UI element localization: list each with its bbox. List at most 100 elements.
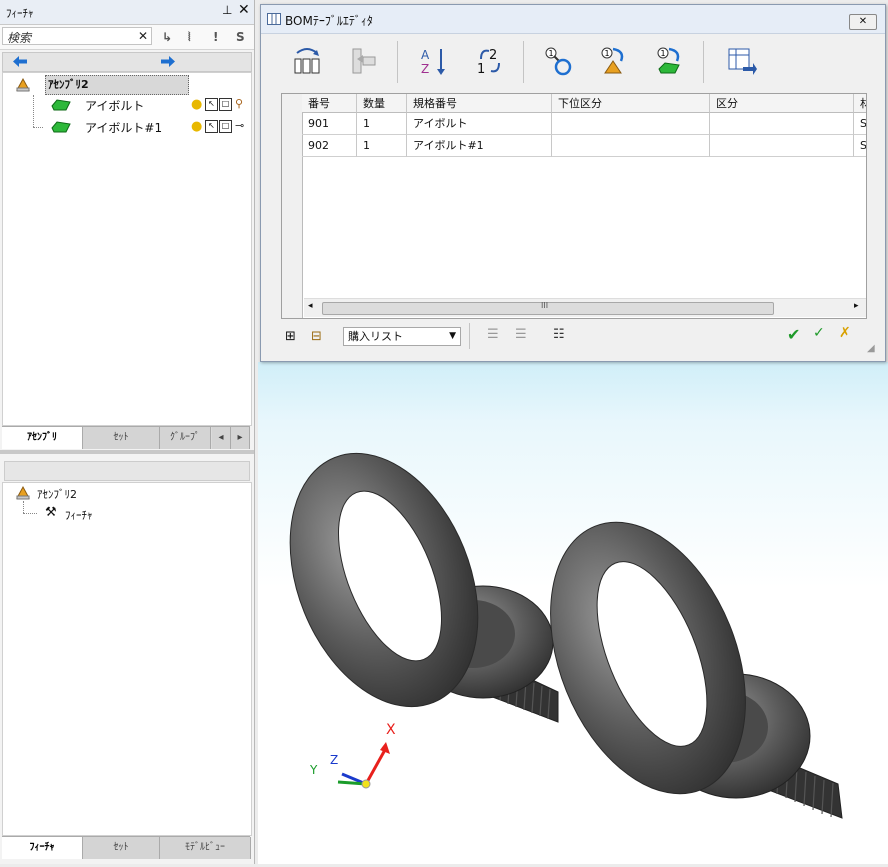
lower-tab-bar: ﾌｨｰﾁｬ ｾｯﾄ ﾓﾃﾞﾙﾋﾞｭｰ [2,836,251,859]
tab-assembly[interactable]: ｱｾﾝﾌﾞﾘ [2,427,83,449]
link-icon[interactable]: ↖ [205,120,218,133]
panel-titlebar: ﾌｨｰﾁｬ ⊥ ✕ [0,0,254,25]
cell-spec[interactable]: アイボルト#1 [407,135,552,157]
add-row-icon[interactable]: ⊞ [285,329,296,344]
tree-line [23,501,25,513]
toolbar-separator [397,41,398,83]
cell-class[interactable] [710,135,854,157]
dialog-titlebar[interactable]: BOMﾃｰﾌﾞﾙｴﾃﾞｨﾀ ✕ [261,5,885,34]
filter-icon-4[interactable]: S [236,30,245,44]
cell-qty[interactable]: 1 [357,135,407,157]
move-row-down-icon[interactable]: ☰ [515,327,527,342]
box-icon[interactable]: □ [219,120,232,133]
ok-check-icon[interactable]: ✔ [787,325,800,344]
tab-scroll-left[interactable]: ◂ [212,427,231,449]
dialog-title: BOMﾃｰﾌﾞﾙｴﾃﾞｨﾀ [285,14,373,28]
scroll-right-icon[interactable]: ▸ [854,301,859,311]
cancel-icon[interactable]: ✗ [839,325,851,341]
bulb-icon[interactable]: ● [191,97,202,112]
move-row-up-icon[interactable]: ☰ [487,327,499,342]
svg-text:1: 1 [661,49,666,58]
col-header-qty[interactable]: 数量 [357,94,407,113]
splitter[interactable] [0,450,254,454]
toolbar-separator [703,41,704,83]
link-icon[interactable]: ↖ [205,98,218,111]
box-icon[interactable]: □ [219,98,232,111]
feature-panel: ﾌｨｰﾁｬ ⊥ ✕ 検索 ✕ ↳ ⦚ ! S ｱｾﾝﾌﾞﾘ2 アイボルト ● ↖… [0,0,255,864]
cell-material[interactable]: S [854,135,866,157]
tree-line [33,127,43,129]
model-view-tree: ｱｾﾝﾌﾞﾘ2 ⚒ ﾌｨｰﾁｬ [2,482,252,836]
filter-icon-2[interactable]: ⦚ [188,30,191,45]
filter-icon-1[interactable]: ↳ [162,30,172,44]
col-header-class[interactable]: 区分 [710,94,854,113]
panel-title: ﾌｨｰﾁｬ [6,7,34,20]
cell-subclass[interactable] [552,135,710,157]
tree-item-eyebolt-1[interactable]: アイボルト#1 [85,119,162,136]
scrollbar-thumb[interactable]: III [322,301,774,315]
tree-root-assembly[interactable]: ｱｾﾝﾌﾞﾘ2 [45,75,189,95]
bulb-icon[interactable]: ● [191,119,202,134]
col-header-number[interactable]: 番号 [302,94,357,113]
tab-scroll-right[interactable]: ▸ [231,427,250,449]
forward-arrow-icon[interactable] [159,55,177,68]
cell-number[interactable]: 901 [302,113,357,135]
cell-material[interactable]: S [854,113,866,135]
3d-viewport[interactable]: X Z Y [258,362,888,864]
export-table-button[interactable] [725,45,757,77]
tab-set[interactable]: ｾｯﾄ [83,427,160,449]
cell-qty[interactable]: 1 [357,113,407,135]
eyebolt-1[interactable] [258,425,559,734]
tab-set-lower[interactable]: ｾｯﾄ [83,837,160,859]
cell-spec[interactable]: アイボルト [407,113,552,135]
wrench-icon[interactable]: ⚲ [235,97,243,110]
axis-x-label: X [386,722,396,738]
horizontal-scrollbar[interactable]: ◂ III ▸ [304,298,866,317]
scroll-left-icon[interactable]: ◂ [308,301,313,311]
cell-number[interactable]: 902 [302,135,357,157]
tab-model-view[interactable]: ﾓﾃﾞﾙﾋﾞｭｰ [160,837,251,859]
lower-tree-root[interactable]: ｱｾﾝﾌﾞﾘ2 [37,486,77,502]
col-header-spec[interactable]: 規格番号 [407,94,552,113]
axis-triad [337,742,390,789]
renumber-part-button[interactable]: 1 [653,45,685,77]
sort-numeric-button[interactable]: 21 [473,45,505,77]
import-list-icon[interactable]: ☷ [553,327,565,342]
list-type-select[interactable]: 購入リスト ▼ [343,327,461,346]
renumber-assembly-button[interactable]: 1 [597,45,629,77]
back-arrow-icon[interactable] [11,55,29,68]
cell-subclass[interactable] [552,113,710,135]
search-input[interactable]: 検索 [2,27,152,45]
move-column-button[interactable] [347,45,379,77]
cell-class[interactable] [710,113,854,135]
toolbar-separator [469,323,470,349]
lower-tree-feature[interactable]: ﾌｨｰﾁｬ [65,507,93,523]
edit-row-icon[interactable]: ⊟ [311,329,322,344]
feature-tool-icon: ⚒ [45,505,57,520]
close-button[interactable]: ✕ [849,14,877,30]
list-type-value: 購入リスト [348,330,403,343]
search-row: 検索 ✕ ↳ ⦚ ! S [0,25,254,50]
renumber-button[interactable]: 1 [541,45,573,77]
insert-column-button[interactable] [291,45,323,77]
tab-feature[interactable]: ﾌｨｰﾁｬ [2,837,83,859]
tree-item-eyebolt[interactable]: アイボルト [85,97,144,114]
clear-search-icon[interactable]: ✕ [138,29,148,43]
bom-table-editor-dialog: BOMﾃｰﾌﾞﾙｴﾃﾞｨﾀ ✕ AZ 21 1 1 1 番号 数量 規格番号 下… [260,4,886,362]
resize-grip[interactable]: ◢ [867,343,875,354]
pin-icon[interactable]: ⊥ [222,3,232,17]
eyebolt-2[interactable] [513,493,843,822]
pin-tool-icon[interactable]: ⊸ [235,119,244,132]
assembly-icon [16,485,30,500]
scroll-grip: III [541,301,549,310]
close-icon[interactable]: ✕ [238,2,250,18]
bom-table: 番号 数量 規格番号 下位区分 区分 材 901 1 アイボルト S 902 1… [281,93,867,319]
filter-icon-3[interactable]: ! [213,30,218,44]
apply-check-icon[interactable]: ✓ [813,325,825,341]
feature-tree: ｱｾﾝﾌﾞﾘ2 アイボルト ● ↖ □ ⚲ アイボルト#1 ● ↖ □ ⊸ [2,72,252,426]
tab-group[interactable]: ｸﾞﾙｰﾌﾟ [160,427,211,449]
col-header-material[interactable]: 材 [854,94,866,113]
sort-az-button[interactable]: AZ [417,45,449,77]
col-header-subclass[interactable]: 下位区分 [552,94,710,113]
part-icon [51,121,71,133]
